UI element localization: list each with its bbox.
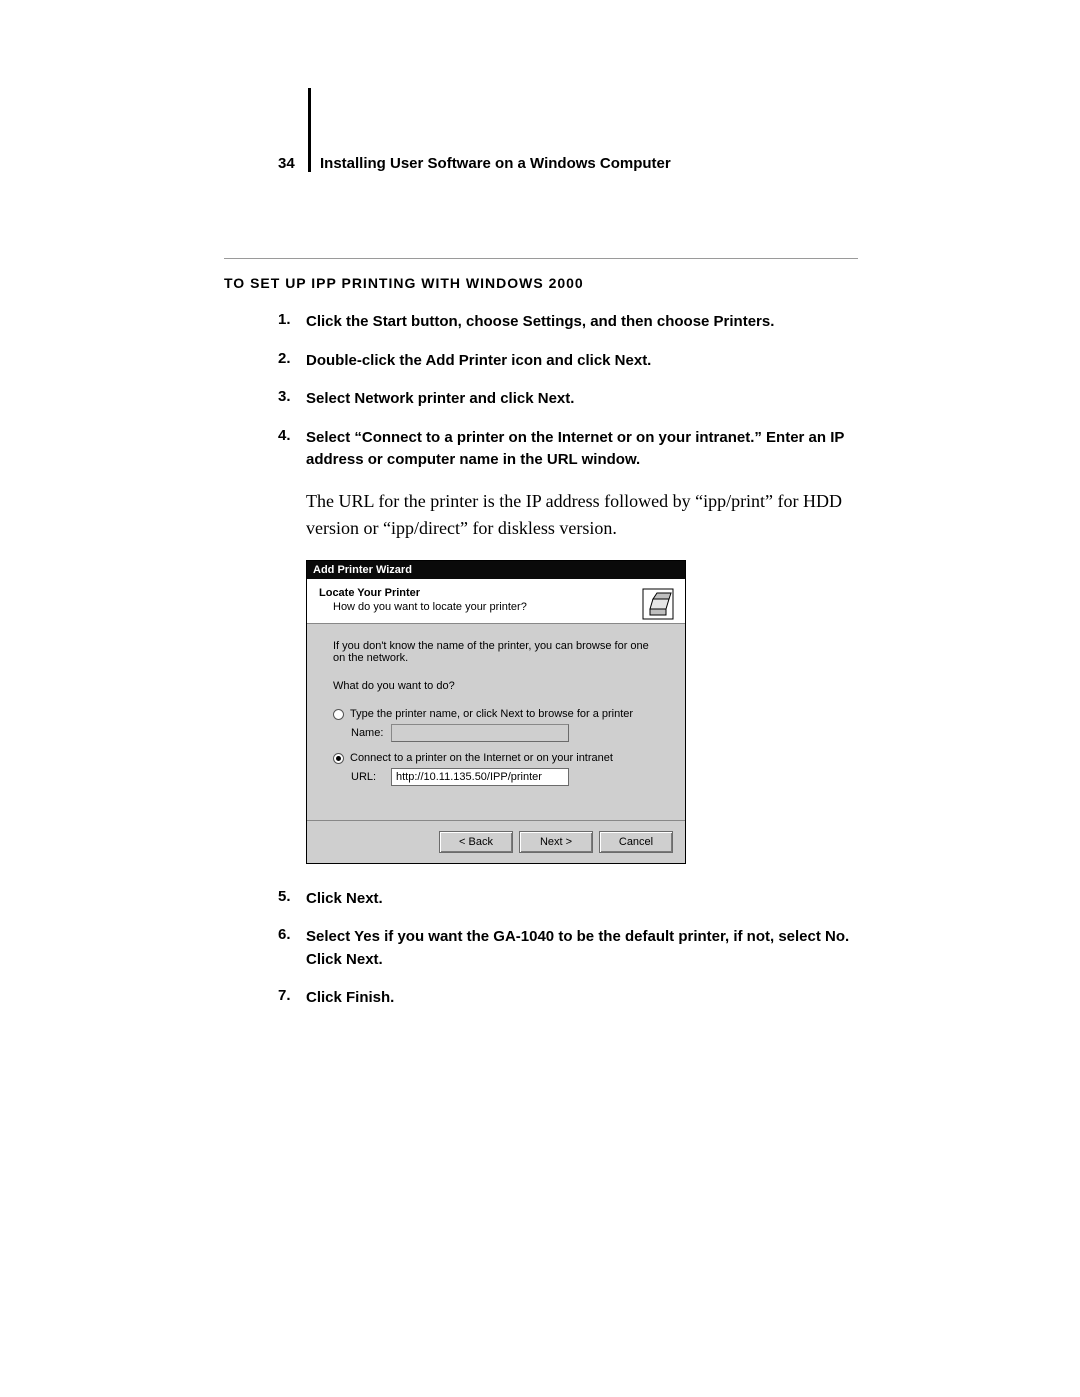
explanation-paragraph: The URL for the printer is the IP addres… (306, 488, 858, 542)
step-text: Click the Start button, choose Settings,… (306, 311, 858, 334)
option-type-printer-name[interactable]: Type the printer name, or click Next to … (333, 708, 659, 720)
step-text: Select Network printer and click Next. (306, 388, 858, 411)
wizard-titlebar: Add Printer Wizard (307, 561, 685, 579)
name-field-row: Name: (351, 724, 659, 742)
step-number: 7. (278, 987, 306, 1010)
add-printer-wizard-dialog: Add Printer Wizard Locate Your Printer H… (306, 560, 686, 864)
option-label: Connect to a printer on the Internet or … (350, 752, 613, 764)
step-text: Double-click the Add Printer icon and cl… (306, 350, 858, 373)
url-input[interactable]: http://10.11.135.50/IPP/printer (391, 768, 569, 786)
next-button[interactable]: Next > (519, 831, 593, 853)
section-heading: TO SET UP IPP PRINTING WITH WINDOWS 2000 (224, 275, 584, 291)
name-input[interactable] (391, 724, 569, 742)
step-text: Click Next. (306, 888, 858, 911)
back-button[interactable]: < Back (439, 831, 513, 853)
step-number: 5. (278, 888, 306, 911)
wizard-header-title: Locate Your Printer (319, 587, 673, 599)
step-text: Select “Connect to a printer on the Inte… (306, 427, 858, 472)
header-rule (308, 88, 311, 172)
name-label: Name: (351, 727, 391, 739)
step-item: 2. Double-click the Add Printer icon and… (278, 350, 858, 373)
step-number: 4. (278, 427, 306, 472)
step-number: 3. (278, 388, 306, 411)
option-connect-internet[interactable]: Connect to a printer on the Internet or … (333, 752, 659, 764)
url-field-row: URL: http://10.11.135.50/IPP/printer (351, 768, 659, 786)
step-number: 1. (278, 311, 306, 334)
step-number: 2. (278, 350, 306, 373)
wizard-header: Locate Your Printer How do you want to l… (307, 579, 685, 624)
section-heading-text: TO SET UP IPP PRINTING WITH WINDOWS 2000 (224, 275, 584, 291)
step-number: 6. (278, 926, 306, 971)
running-title: Installing User Software on a Windows Co… (320, 155, 671, 172)
cancel-button[interactable]: Cancel (599, 831, 673, 853)
step-item: 1. Click the Start button, choose Settin… (278, 311, 858, 334)
step-item: 4. Select “Connect to a printer on the I… (278, 427, 858, 472)
step-item: 3. Select Network printer and click Next… (278, 388, 858, 411)
step-item: 7. Click Finish. (278, 987, 858, 1010)
document-page: 34 Installing User Software on a Windows… (0, 0, 1080, 1397)
step-item: 5. Click Next. (278, 888, 858, 911)
page-number: 34 (278, 155, 295, 172)
section-divider (224, 258, 858, 259)
step-text: Select Yes if you want the GA-1040 to be… (306, 926, 858, 971)
wizard-footer: < Back Next > Cancel (307, 820, 685, 863)
step-item: 6. Select Yes if you want the GA-1040 to… (278, 926, 858, 971)
wizard-info-text: If you don't know the name of the printe… (333, 640, 659, 664)
radio-icon[interactable] (333, 709, 344, 720)
wizard-question: What do you want to do? (333, 680, 659, 692)
wizard-body: If you don't know the name of the printe… (307, 624, 685, 820)
radio-icon[interactable] (333, 753, 344, 764)
option-label: Type the printer name, or click Next to … (350, 708, 633, 720)
url-label: URL: (351, 771, 391, 783)
wizard-header-subtitle: How do you want to locate your printer? (333, 601, 673, 613)
printer-icon (641, 587, 675, 621)
steps-list: 1. Click the Start button, choose Settin… (278, 311, 858, 1026)
step-text: Click Finish. (306, 987, 858, 1010)
